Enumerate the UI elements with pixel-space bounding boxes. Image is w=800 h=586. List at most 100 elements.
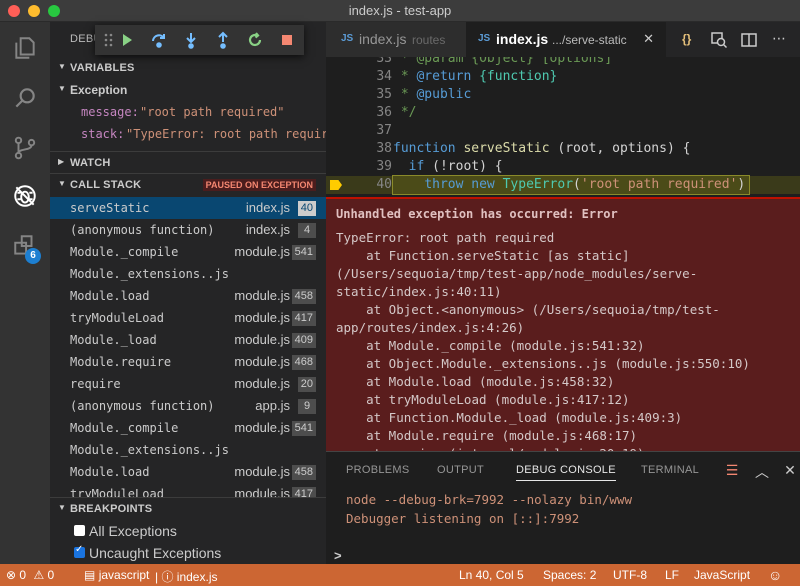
frame-line-badge: 20 [297,377,316,392]
tab-index-routes[interactable]: JS index.js routes [326,22,466,57]
code-line[interactable]: 34 * @return {function} [326,68,800,86]
line-code: */ [393,104,417,122]
breakpoint-all-exceptions[interactable]: All Exceptions [50,520,326,542]
call-stack-frame[interactable]: Module._compile module.js 541 [50,417,326,439]
line-number: 40 [376,177,392,192]
panel-tab[interactable]: DEBUG CONSOLE [516,464,616,481]
error-icon: ⊗ [6,568,17,582]
line-number: 37 [376,123,392,138]
code-token: (!root) { [424,159,503,174]
call-stack-frame[interactable]: (anonymous function) app.js 9 [50,395,326,417]
call-stack-frame[interactable]: Module.load module.js 458 [50,461,326,483]
call-stack-frame[interactable]: serveStatic index.js 40 [50,197,326,219]
frame-file: module.js [234,288,290,303]
variable-stack[interactable]: stack: "TypeError: root path require... [50,123,326,145]
warning-icon: ⚠ [33,568,45,582]
open-changes-icon[interactable] [710,31,728,49]
debug-icon[interactable] [9,180,41,212]
call-stack-frame[interactable]: Module._extensions..js [50,439,326,461]
callstack-section-header[interactable]: ▼ CALL STACK PAUSED ON EXCEPTION [50,173,326,195]
frame-function: Module.load [70,465,150,479]
clear-console-icon[interactable]: ☰ [724,462,740,478]
language-status[interactable]: JavaScript [694,568,750,582]
indentation-status[interactable]: Spaces: 2 [543,568,596,582]
frame-line-badge: 4 [298,223,316,238]
debug-sidebar: DEBUG ▼ VARIABLES ▼ Exception message: "… [50,22,326,564]
variables-section-header[interactable]: ▼ VARIABLES [50,57,326,79]
call-stack-frame[interactable]: Module._load module.js 409 [50,329,326,351]
breakpoints-section-header[interactable]: ▼ BREAKPOINTS [50,497,326,519]
window-title: index.js - test-app [348,3,452,18]
line-number: 39 [376,159,392,174]
restart-icon[interactable] [246,31,264,49]
frame-function: Module._extensions..js [70,443,229,457]
frame-file: module.js [234,464,290,479]
all-exceptions-checkbox[interactable] [74,525,85,536]
frame-file: module.js [234,420,290,435]
frame-function: require [70,377,121,391]
frame-file: module.js [234,332,290,347]
continue-icon[interactable] [118,31,136,49]
uncaught-exceptions-checkbox[interactable] [74,544,85,558]
close-panel-icon[interactable]: ✕ [782,462,798,478]
code-line[interactable]: 40 throw new TypeError('root path requir… [326,175,800,195]
code-line[interactable]: 37 [326,122,800,140]
frame-file: index.js [245,222,290,237]
frame-function: (anonymous function) [70,399,215,413]
call-stack-frame[interactable]: Module.require module.js 468 [50,351,326,373]
tab-index-serve-static[interactable]: JS index.js .../serve-static ✕ [466,22,666,57]
code-editor[interactable]: 33 * @param {Object} [options] 34 * @retu… [326,57,800,451]
chevron-up-icon[interactable]: ︿ [754,462,770,480]
code-token: * @param {Object} [options] [393,57,613,66]
call-stack-frame[interactable]: Module._compile module.js 541 [50,241,326,263]
frame-line-badge: 458 [291,289,316,304]
cursor-position-status[interactable]: Ln 40, Col 5 [459,568,524,582]
braces-icon[interactable]: {} [682,32,700,50]
code-line[interactable]: 36 */ [326,104,800,122]
errors-status[interactable]: ⊗ 0 ⚠ 0 [6,568,54,582]
more-actions-icon[interactable]: ⋯ [772,30,790,48]
panel-tab[interactable]: TERMINAL [641,464,699,476]
encoding-status[interactable]: UTF-8 [613,568,647,582]
step-out-icon[interactable] [214,31,232,49]
call-stack-frame[interactable]: Module._extensions..js [50,263,326,285]
stop-icon[interactable] [278,31,296,49]
line-number: 34 [376,69,392,84]
code-line[interactable]: 39 if (!root) { [326,158,800,176]
source-control-icon[interactable] [9,132,41,164]
frame-file: module.js [234,310,290,325]
active-file-status[interactable]: | ⓘ index.js [155,568,217,585]
chevron-right-icon: ▶ [58,157,65,166]
step-over-icon[interactable] [150,31,168,49]
call-stack-frame[interactable]: require module.js 20 [50,373,326,395]
split-editor-icon[interactable] [740,31,758,49]
panel-tab[interactable]: PROBLEMS [346,464,410,476]
code-line[interactable]: 35 * @public [326,86,800,104]
console-output-line: Debugger listening on [::]:7992 [346,511,580,526]
code-line[interactable]: 38 function serveStatic (root, options) { [326,140,800,158]
line-code: * @param {Object} [options] [393,57,612,68]
call-stack-frame[interactable]: (anonymous function) index.js 4 [50,219,326,241]
eol-status[interactable]: LF [665,568,679,582]
close-icon[interactable]: ✕ [643,31,654,47]
breakpoint-uncaught-exceptions[interactable]: Uncaught Exceptions [50,542,326,564]
call-stack-frame[interactable]: tryModuleLoad module.js 417 [50,307,326,329]
variables-scope[interactable]: ▼ Exception [50,79,326,101]
explorer-icon[interactable] [9,32,41,64]
call-stack-frame[interactable]: Module.load module.js 458 [50,285,326,307]
search-icon[interactable] [9,82,41,114]
feedback-smiley-icon[interactable]: ☺ [768,567,782,583]
step-into-icon[interactable] [182,31,200,49]
code-line[interactable]: 33 * @param {Object} [options] [326,57,800,68]
panel-tab[interactable]: OUTPUT [437,464,484,476]
variable-message[interactable]: message: "root path required" [50,101,326,123]
console-input-prompt[interactable]: > [334,548,342,563]
code-token: */ [393,105,417,120]
chevron-down-icon: ▼ [58,503,66,512]
drag-handle-icon[interactable] [100,31,113,49]
console-output-line: node --debug-brk=7992 --nolazy bin/www [346,492,632,507]
watch-section-header[interactable]: ▶ WATCH [50,151,326,173]
language-mode-status[interactable]: ▤ javascript [84,568,149,582]
